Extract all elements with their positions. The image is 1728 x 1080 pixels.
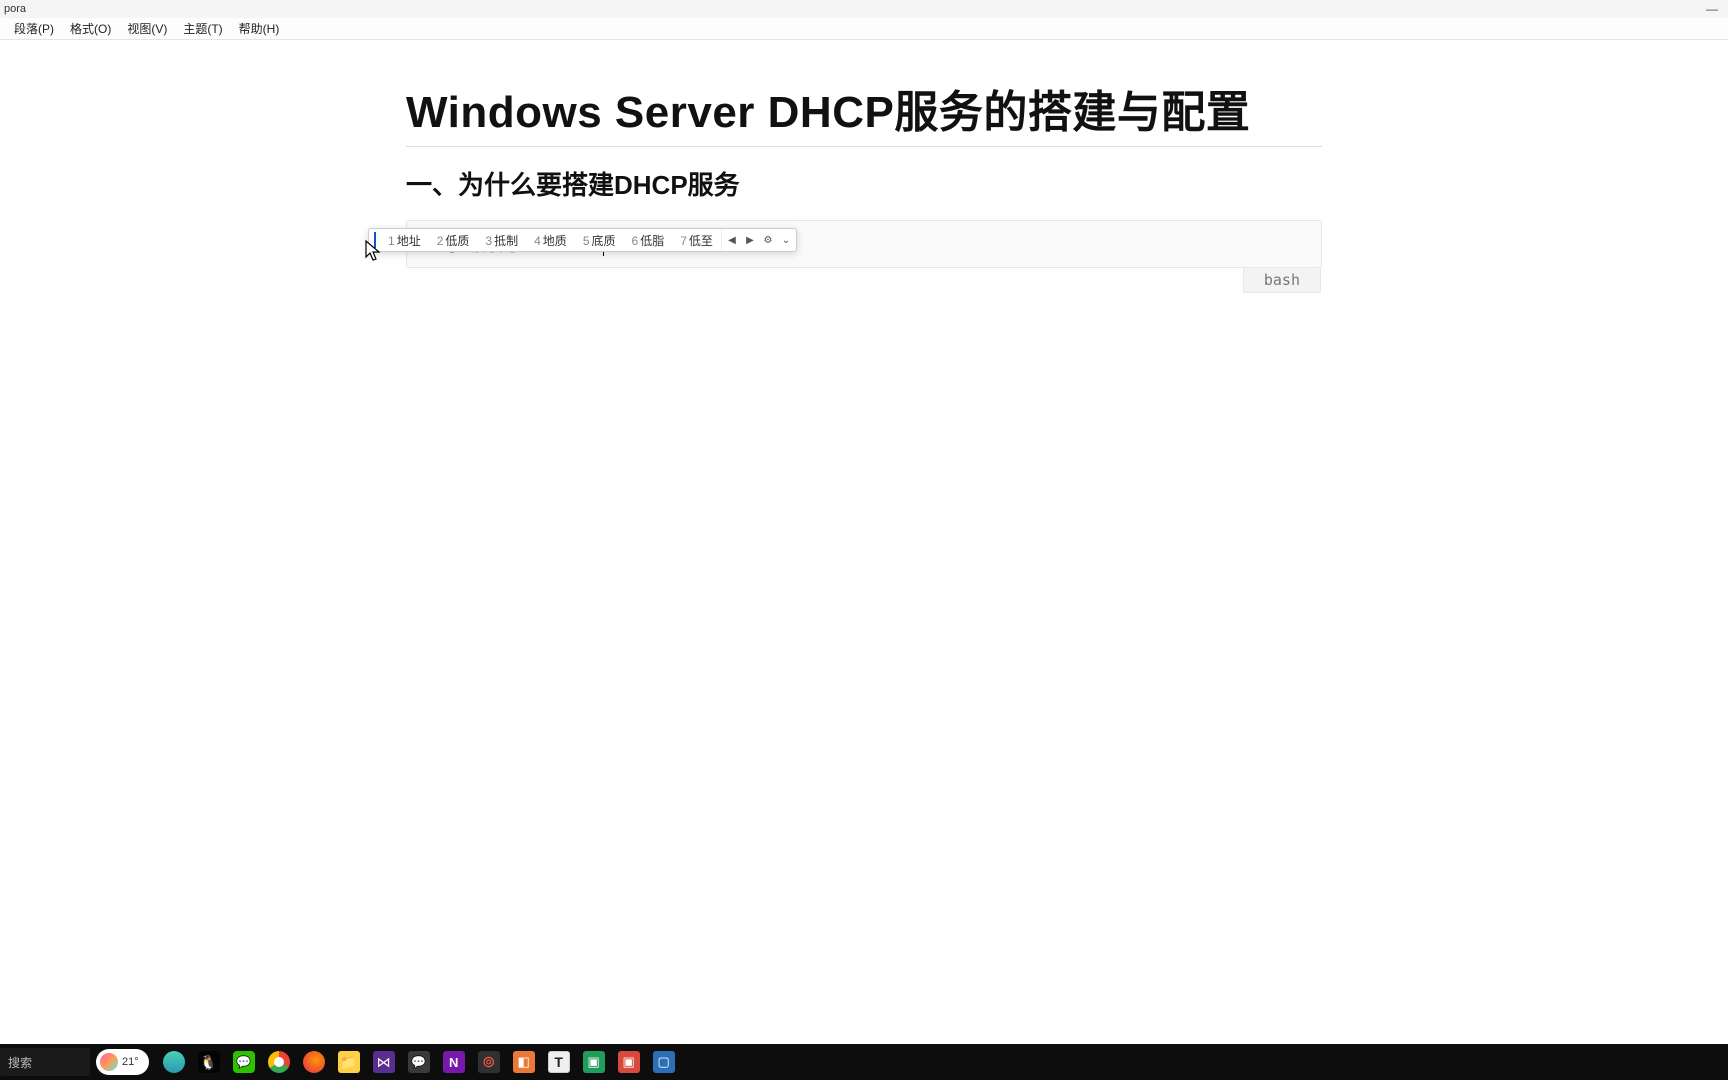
menu-paragraph[interactable]: 段落(P)	[6, 18, 62, 39]
taskbar-app-icon[interactable]	[653, 1051, 675, 1073]
taskbar-explorer-icon[interactable]	[338, 1051, 360, 1073]
menu-view[interactable]: 视图(V)	[119, 18, 175, 39]
minimize-button[interactable]: —	[1706, 2, 1718, 16]
taskbar-visualstudio-icon[interactable]	[373, 1051, 395, 1073]
ime-candidate-5[interactable]: 5底质	[575, 232, 624, 249]
taskbar-green-icon[interactable]	[583, 1051, 605, 1073]
menu-help[interactable]: 帮助(H)	[231, 18, 288, 39]
ime-next-icon[interactable]: ▶	[744, 235, 756, 246]
taskbar-onenote-icon[interactable]	[443, 1051, 465, 1073]
taskbar[interactable]: 搜索 21°	[0, 1044, 1728, 1080]
taskbar-edge-icon[interactable]	[163, 1051, 185, 1073]
ime-candidate-2[interactable]: 2低质	[429, 232, 478, 249]
ime-candidate-4[interactable]: 4地质	[526, 232, 575, 249]
weather-widget[interactable]: 21°	[96, 1049, 149, 1075]
ime-candidate-1[interactable]: 1地址	[380, 232, 429, 249]
ime-candidate-3[interactable]: 3抵制	[477, 232, 526, 249]
taskbar-firefox-icon[interactable]	[303, 1051, 325, 1073]
taskbar-search[interactable]: 搜索	[0, 1048, 90, 1076]
ime-prev-icon[interactable]: ◀	[726, 235, 738, 246]
ime-candidate-6[interactable]: 6低脂	[624, 232, 673, 249]
taskbar-recorder-icon[interactable]	[618, 1051, 640, 1073]
taskbar-typora-icon[interactable]	[548, 1051, 570, 1073]
menu-bar: 段落(P) 格式(O) 视图(V) 主题(T) 帮助(H)	[0, 18, 1728, 40]
app-title: pora	[4, 3, 26, 15]
taskbar-chat-icon[interactable]	[408, 1051, 430, 1073]
ime-expand-icon[interactable]: ⌄	[780, 235, 792, 246]
taskbar-wechat-icon[interactable]	[233, 1051, 255, 1073]
weather-temp: 21°	[122, 1056, 139, 1068]
ime-cursor-indicator	[374, 232, 376, 248]
page-title: Windows Server DHCP服务的搭建与配置	[406, 76, 1322, 147]
title-bar: pora —	[0, 0, 1728, 18]
menu-theme[interactable]: 主题(T)	[175, 18, 230, 39]
taskbar-vm-icon[interactable]	[513, 1051, 535, 1073]
ime-candidate-7[interactable]: 7低至	[672, 232, 721, 249]
ime-settings-icon[interactable]: ⚙	[762, 235, 774, 246]
ime-candidate-popup[interactable]: 1地址 2低质 3抵制 4地质 5底质 6低脂 7低至 ◀ ▶ ⚙ ⌄	[368, 228, 797, 252]
code-language-tag[interactable]: bash	[1243, 267, 1321, 293]
weather-icon	[100, 1053, 118, 1071]
taskbar-chrome-icon[interactable]	[268, 1051, 290, 1073]
menu-format[interactable]: 格式(O)	[62, 18, 119, 39]
taskbar-disc-icon[interactable]	[478, 1051, 500, 1073]
section-title: 一、为什么要搭建DHCP服务	[406, 165, 1322, 202]
taskbar-qq-icon[interactable]	[198, 1051, 220, 1073]
